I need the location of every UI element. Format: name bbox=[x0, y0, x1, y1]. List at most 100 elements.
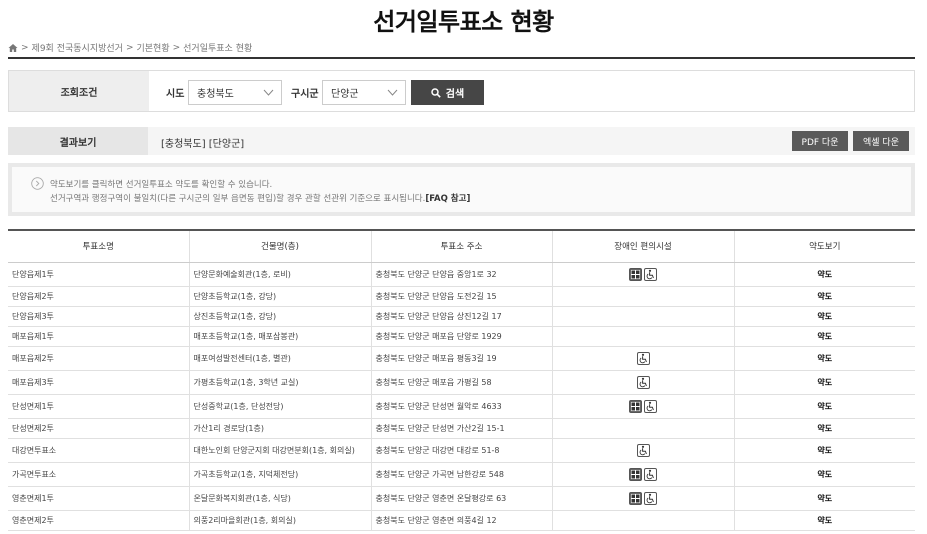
sigungu-label: 구시군 bbox=[291, 89, 319, 100]
sigungu-select[interactable]: 단양군 bbox=[322, 80, 406, 105]
table-row: 영춘면제2투 의풍2리마을회관(1층, 회의실) 충청북도 단양군 영춘면 의풍4길… bbox=[8, 510, 915, 531]
breadcrumb-item[interactable]: 기본현황 bbox=[136, 41, 169, 54]
building-cell: 단양문화예술회관(1층, 로비) bbox=[189, 262, 372, 287]
elevator-icon bbox=[629, 467, 642, 481]
building-cell: 상진초등학교(1층, 강당) bbox=[189, 306, 372, 327]
elevator-icon bbox=[629, 399, 642, 413]
table-row: 매포읍제2투 매포여성발전센터(1층, 별관) 충청북도 단양군 매포읍 평동3길 … bbox=[8, 346, 915, 371]
building-cell: 단양초등학교(1층, 강당) bbox=[189, 286, 372, 307]
station-name-cell: 매포읍제1투 bbox=[8, 326, 190, 347]
address-cell: 충청북도 단양군 단양읍 도전2길 15 bbox=[371, 286, 553, 307]
map-link[interactable]: 약도 bbox=[734, 346, 915, 371]
station-name-cell: 매포읍제2투 bbox=[8, 346, 190, 371]
map-link[interactable]: 약도 bbox=[734, 486, 915, 511]
column-header: 투표소 주소 bbox=[371, 230, 553, 263]
map-link[interactable]: 약도 bbox=[734, 438, 915, 463]
address-cell: 충청북도 단양군 단양읍 중앙1로 32 bbox=[371, 262, 553, 287]
pdf-download-button[interactable]: PDF 다운 bbox=[792, 131, 848, 151]
facilities-cell bbox=[552, 438, 735, 463]
map-link[interactable]: 약도 bbox=[734, 462, 915, 487]
table-row: 단성면제1투 단성중학교(1층, 단성전당) 충청북도 단양군 단성면 월악로 46… bbox=[8, 394, 915, 419]
station-name-cell: 가곡면투표소 bbox=[8, 462, 190, 487]
station-name-cell: 매포읍제3투 bbox=[8, 370, 190, 395]
building-cell: 의풍2리마을회관(1층, 회의실) bbox=[189, 510, 372, 531]
chevron-down-icon bbox=[263, 89, 274, 96]
title-divider bbox=[8, 57, 915, 59]
table-header-row: 투표소명 건물명(층) 투표소 주소 장애인 편의시설 약도보기 bbox=[8, 230, 915, 263]
facilities-cell bbox=[552, 262, 735, 287]
station-name-cell: 단성면제2투 bbox=[8, 418, 190, 439]
map-link[interactable]: 약도 bbox=[734, 306, 915, 327]
facilities-cell bbox=[552, 370, 735, 395]
address-cell: 충청북도 단양군 단양읍 상진12길 17 bbox=[371, 306, 553, 327]
wheelchair-icon bbox=[636, 375, 650, 389]
breadcrumb-item[interactable]: 제9회 전국동시지방선거 bbox=[32, 41, 123, 54]
column-header: 약도보기 bbox=[734, 230, 915, 263]
wheelchair-icon bbox=[644, 399, 657, 413]
chevron-right-circle-icon bbox=[31, 177, 44, 190]
building-cell: 매포초등학교(1층, 매포삼봉관) bbox=[189, 326, 372, 347]
sigungu-select-value: 단양군 bbox=[331, 89, 359, 100]
wheelchair-icon bbox=[636, 443, 650, 457]
map-link[interactable]: 약도 bbox=[734, 394, 915, 419]
table-row: 영춘면제1투 온달문화복지회관(1층, 식당) 충청북도 단양군 영춘면 온달평강로… bbox=[8, 486, 915, 511]
address-cell: 충청북도 단양군 매포읍 평동3길 19 bbox=[371, 346, 553, 371]
table-row: 가곡면투표소 가곡초등학교(1층, 지덕체전당) 충청북도 단양군 가곡면 남한강로… bbox=[8, 462, 915, 487]
breadcrumb-item: 선거일투표소 현황 bbox=[183, 44, 253, 54]
column-header: 투표소명 bbox=[8, 230, 190, 263]
search-button-label: 검색 bbox=[445, 89, 465, 100]
address-cell: 충청북도 단양군 가곡면 남한강로 548 bbox=[371, 462, 553, 487]
building-cell: 매포여성발전센터(1층, 별관) bbox=[189, 346, 372, 371]
table-row: 단양읍제1투 단양문화예술회관(1층, 로비) 충청북도 단양군 단양읍 중앙1로 … bbox=[8, 262, 915, 287]
map-link[interactable]: 약도 bbox=[734, 286, 915, 307]
result-region-text: [충청북도] [단양군] bbox=[161, 139, 245, 150]
table-row: 단성면제2투 가산1리 경로당(1층) 충청북도 단양군 단성면 가산2길 15-1… bbox=[8, 418, 915, 439]
table-row: 매포읍제3투 가평초등학교(1층, 3학년 교실) 충청북도 단양군 매포읍 가평길… bbox=[8, 370, 915, 395]
facilities-cell bbox=[552, 510, 735, 531]
polling-station-table: 투표소명 건물명(층) 투표소 주소 장애인 편의시설 약도보기 단양읍제1투 단… bbox=[8, 229, 915, 531]
wheelchair-icon bbox=[636, 351, 650, 365]
wheelchair-icon bbox=[644, 467, 657, 481]
address-cell: 충청북도 단양군 단성면 월악로 4633 bbox=[371, 394, 553, 419]
result-bar: 결과보기 [충청북도] [단양군] PDF 다운 엑셀 다운 bbox=[8, 127, 915, 155]
building-cell: 대한노인회 단양군지회 대강면분회(1층, 회의실) bbox=[189, 438, 372, 463]
station-name-cell: 단양읍제1투 bbox=[8, 262, 190, 287]
address-cell: 충청북도 단양군 영춘면 의풍4길 12 bbox=[371, 510, 553, 531]
faq-link[interactable]: [FAQ 참고] bbox=[425, 194, 470, 204]
facilities-cell bbox=[552, 306, 735, 327]
address-cell: 충청북도 단양군 단성면 가산2길 15-1 bbox=[371, 418, 553, 439]
result-label: 결과보기 bbox=[8, 127, 148, 155]
station-name-cell: 단성면제1투 bbox=[8, 394, 190, 419]
address-cell: 충청북도 단양군 대강면 대강로 51-8 bbox=[371, 438, 553, 463]
sido-select[interactable]: 충청북도 bbox=[188, 80, 282, 105]
elevator-icon bbox=[629, 491, 642, 505]
wheelchair-icon bbox=[644, 491, 657, 505]
excel-download-button[interactable]: 엑셀 다운 bbox=[853, 131, 909, 151]
elevator-icon bbox=[629, 267, 642, 281]
facilities-cell bbox=[552, 286, 735, 307]
building-cell: 가산1리 경로당(1층) bbox=[189, 418, 372, 439]
building-cell: 온달문화복지회관(1층, 식당) bbox=[189, 486, 372, 511]
map-link[interactable]: 약도 bbox=[734, 262, 915, 287]
search-panel: 조회조건 시도 충청북도 구시군 단양군 검색 bbox=[8, 70, 915, 112]
page-title: 선거일투표소 현황 bbox=[373, 8, 554, 36]
table-row: 매포읍제1투 매포초등학교(1층, 매포삼봉관) 충청북도 단양군 매포읍 단양로 … bbox=[8, 326, 915, 347]
wheelchair-icon bbox=[644, 267, 657, 281]
table-row: 단양읍제3투 상진초등학교(1층, 강당) 충청북도 단양군 단양읍 상진12길 1… bbox=[8, 306, 915, 327]
map-link[interactable]: 약도 bbox=[734, 418, 915, 439]
station-name-cell: 영춘면제1투 bbox=[8, 486, 190, 511]
station-name-cell: 단양읍제2투 bbox=[8, 286, 190, 307]
map-link[interactable]: 약도 bbox=[734, 326, 915, 347]
map-link[interactable]: 약도 bbox=[734, 510, 915, 531]
station-name-cell: 대강면투표소 bbox=[8, 438, 190, 463]
table-row: 대강면투표소 대한노인회 단양군지회 대강면분회(1층, 회의실) 충청북도 단양군… bbox=[8, 438, 915, 463]
search-button[interactable]: 검색 bbox=[411, 80, 484, 105]
facilities-cell bbox=[552, 462, 735, 487]
column-header: 장애인 편의시설 bbox=[552, 230, 735, 263]
facilities-cell bbox=[552, 486, 735, 511]
facilities-cell bbox=[552, 418, 735, 439]
map-link[interactable]: 약도 bbox=[734, 370, 915, 395]
home-icon[interactable] bbox=[8, 43, 18, 53]
facilities-cell bbox=[552, 326, 735, 347]
search-condition-label: 조회조건 bbox=[9, 71, 149, 111]
